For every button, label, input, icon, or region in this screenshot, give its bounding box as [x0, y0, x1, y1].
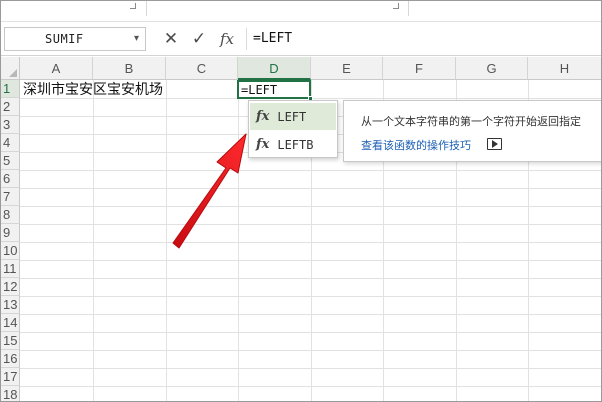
formula-buttons: ✕ ✓ fx [162, 28, 236, 50]
insert-function-button[interactable]: fx [218, 29, 236, 49]
function-tooltip: 从一个文本字符串的第一个字符开始返回指定 查看该函数的操作技巧 [343, 100, 602, 162]
row-header-8[interactable]: 8 [0, 206, 20, 224]
row-header-3[interactable]: 3 [0, 116, 20, 134]
row-header-2[interactable]: 2 [0, 98, 20, 116]
cell-d1[interactable]: =LEFT [237, 80, 313, 101]
column-header-d[interactable]: D [238, 57, 311, 80]
grid-line [20, 368, 602, 369]
column-header-g[interactable]: G [456, 57, 528, 80]
row-header-4[interactable]: 4 [0, 134, 20, 152]
function-autocomplete: fx LEFT fx LEFTB [248, 100, 338, 158]
row-header-17[interactable]: 17 [0, 368, 20, 386]
grid-line [20, 314, 602, 315]
grid-line [20, 386, 602, 387]
column-header-h[interactable]: H [528, 57, 602, 80]
row-header-14[interactable]: 14 [0, 314, 20, 332]
row-header-12[interactable]: 12 [0, 278, 20, 296]
row-header-18[interactable]: 18 [0, 386, 20, 402]
ribbon-divider [146, 0, 147, 16]
autocomplete-item-left[interactable]: fx LEFT [250, 103, 336, 130]
formula-input[interactable]: =LEFT [246, 28, 602, 50]
row-header-15[interactable]: 15 [0, 332, 20, 350]
video-play-icon[interactable] [487, 138, 502, 150]
row-header-9[interactable]: 9 [0, 224, 20, 242]
autocomplete-item-label: LEFTB [277, 137, 314, 152]
row-header-7[interactable]: 7 [0, 188, 20, 206]
autocomplete-item-leftb[interactable]: fx LEFTB [250, 131, 336, 158]
close-icon[interactable]: ✕ [162, 29, 180, 49]
column-header-a[interactable]: A [20, 57, 93, 80]
row-header-16[interactable]: 16 [0, 350, 20, 368]
function-description: 从一个文本字符串的第一个字符开始返回指定 [361, 115, 581, 128]
ribbon-strip [0, 0, 602, 22]
grid-line [20, 260, 602, 261]
column-header-e[interactable]: E [311, 57, 383, 80]
grid-line [20, 206, 602, 207]
row-header-13[interactable]: 13 [0, 296, 20, 314]
ribbon-divider [408, 0, 409, 16]
select-all-button[interactable] [0, 57, 20, 80]
grid-line [20, 350, 602, 351]
row-header-11[interactable]: 11 [0, 260, 20, 278]
column-header-c[interactable]: C [166, 57, 238, 80]
function-icon: fx [256, 109, 270, 124]
function-tips-link[interactable]: 查看该函数的操作技巧 [361, 137, 471, 153]
grid-line [20, 278, 602, 279]
grid-line [20, 242, 602, 243]
autocomplete-item-label: LEFT [277, 109, 307, 124]
column-header-b[interactable]: B [93, 57, 166, 80]
grid-line [20, 188, 602, 189]
row-header-10[interactable]: 10 [0, 242, 20, 260]
check-icon[interactable]: ✓ [190, 29, 208, 49]
grid-line [20, 332, 602, 333]
cell-d1-value: =LEFT [241, 83, 278, 97]
function-icon: fx [256, 137, 270, 152]
chevron-down-icon[interactable]: ▾ [134, 33, 139, 44]
ribbon-expand-icon[interactable] [393, 3, 399, 9]
row-header-1[interactable]: 1 [0, 80, 20, 98]
select-all-icon [9, 69, 17, 77]
row-header-6[interactable]: 6 [0, 170, 20, 188]
grid-line [20, 224, 602, 225]
cell-a1[interactable]: 深圳市宝安区宝安机场 [23, 81, 163, 99]
grid-line [20, 170, 602, 171]
formula-bar: SUMIF ▾ ✕ ✓ fx =LEFT [0, 22, 602, 56]
grid-line [238, 80, 239, 402]
grid-line [93, 80, 94, 402]
column-header-f[interactable]: F [383, 57, 456, 80]
name-box-value: SUMIF [45, 32, 84, 46]
name-box[interactable]: SUMIF ▾ [4, 27, 146, 51]
row-header-5[interactable]: 5 [0, 152, 20, 170]
ribbon-expand-icon[interactable] [130, 3, 136, 9]
grid-line [20, 296, 602, 297]
grid-line [166, 80, 167, 402]
